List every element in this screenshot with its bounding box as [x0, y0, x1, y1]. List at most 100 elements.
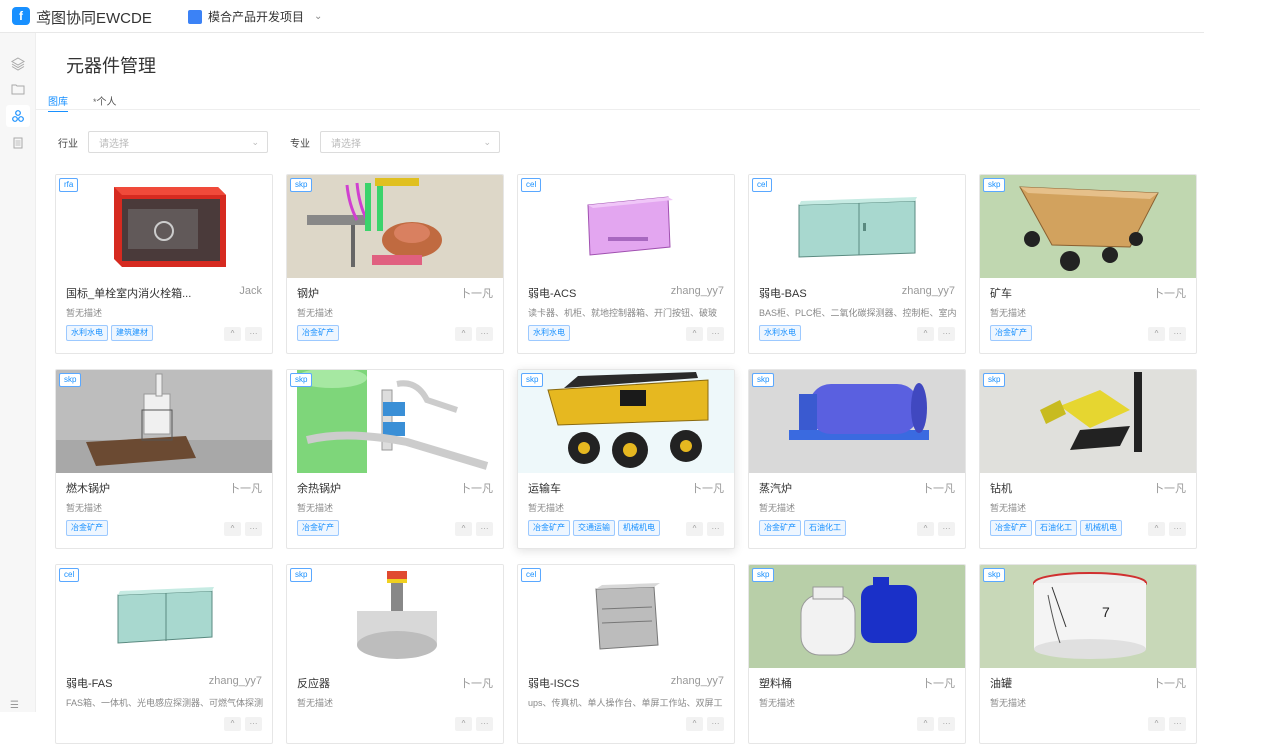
component-thumbnail[interactable] — [980, 175, 1196, 278]
component-thumbnail[interactable] — [56, 175, 272, 278]
components-icon[interactable] — [6, 105, 30, 127]
component-name[interactable]: 弱电-ISCS — [528, 675, 579, 691]
more-button[interactable]: ··· — [245, 327, 262, 341]
more-button[interactable]: ··· — [1169, 717, 1186, 731]
component-card[interactable]: skp 运输车 卜一凡 暂无描述 冶金矿产 交通运输 机械机电 ^ ··· — [517, 369, 735, 549]
tab-personal[interactable]: *个人 — [93, 93, 117, 108]
component-name[interactable]: 油罐 — [990, 675, 1012, 691]
component-name[interactable]: 塑料桶 — [759, 675, 792, 691]
more-button[interactable]: ··· — [245, 522, 262, 536]
component-thumbnail[interactable] — [518, 370, 734, 473]
collapse-button[interactable]: ^ — [455, 522, 472, 536]
component-thumbnail[interactable] — [749, 175, 965, 278]
component-name[interactable]: 国标_单栓室内消火栓箱... — [66, 285, 191, 301]
component-name[interactable]: 弱电-BAS — [759, 285, 807, 301]
component-card[interactable]: skp 反应器 卜一凡 暂无描述 ^ ··· — [286, 564, 504, 744]
app-logo-icon[interactable]: f — [12, 7, 30, 25]
industry-select[interactable]: 请选择 ⌄ — [88, 131, 268, 153]
component-thumbnail[interactable] — [56, 370, 272, 473]
component-card[interactable]: skp 塑料桶 卜一凡 暂无描述 ^ ··· — [748, 564, 966, 744]
component-card[interactable]: cel 弱电-BAS zhang_yy7 BAS柜、PLC柜、二氧化碳探测器、控制柜、… — [748, 174, 966, 354]
component-name[interactable]: 反应器 — [297, 675, 330, 691]
more-button[interactable]: ··· — [938, 327, 955, 341]
component-name[interactable]: 弱电-ACS — [528, 285, 576, 301]
component-author: zhang_yy7 — [670, 285, 724, 297]
component-card[interactable]: skp 蒸汽炉 卜一凡 暂无描述 冶金矿产 石油化工 ^ ··· — [748, 369, 966, 549]
industry-tag: 水利水电 — [759, 325, 801, 341]
component-description: 暂无描述 — [66, 503, 103, 513]
more-button[interactable]: ··· — [938, 522, 955, 536]
more-button[interactable]: ··· — [707, 522, 724, 536]
card-actions: ^ ··· — [917, 522, 955, 536]
tab-gallery[interactable]: 图库 — [48, 93, 68, 112]
component-author: 卜一凡 — [1153, 288, 1186, 300]
svg-text:7: 7 — [1102, 604, 1110, 620]
more-button[interactable]: ··· — [1169, 327, 1186, 341]
component-thumbnail[interactable] — [287, 175, 503, 278]
more-button[interactable]: ··· — [476, 327, 493, 341]
collapse-button[interactable]: ^ — [455, 717, 472, 731]
folder-icon[interactable] — [6, 78, 30, 100]
menu-toggle-icon[interactable]: ☰ — [10, 700, 19, 711]
more-button[interactable]: ··· — [938, 717, 955, 731]
component-card[interactable]: cel 弱电-ISCS zhang_yy7 ups、传真机、单人操作台、单屏工作站、双… — [517, 564, 735, 744]
component-card[interactable]: skp 钢炉 卜一凡 暂无描述 冶金矿产 ^ ··· — [286, 174, 504, 354]
collapse-button[interactable]: ^ — [1148, 522, 1165, 536]
layers-icon[interactable] — [6, 53, 30, 75]
component-card[interactable]: cel 弱电-ACS zhang_yy7 读卡器、机柜、就地控制器箱、开门按钮、破玻水… — [517, 174, 735, 354]
component-name[interactable]: 余热锅炉 — [297, 480, 341, 496]
component-card[interactable]: 7 skp 油罐 卜一凡 暂无描述 ^ ··· — [979, 564, 1197, 744]
more-button[interactable]: ··· — [476, 717, 493, 731]
collapse-button[interactable]: ^ — [686, 522, 703, 536]
collapse-button[interactable]: ^ — [224, 717, 241, 731]
collapse-button[interactable]: ^ — [917, 327, 934, 341]
collapse-button[interactable]: ^ — [917, 522, 934, 536]
component-name[interactable]: 钢炉 — [297, 285, 319, 301]
component-name[interactable]: 矿车 — [990, 285, 1012, 301]
collapse-button[interactable]: ^ — [1148, 717, 1165, 731]
component-thumbnail[interactable] — [980, 370, 1196, 473]
component-name[interactable]: 弱电-FAS — [66, 675, 112, 691]
component-name[interactable]: 运输车 — [528, 480, 561, 496]
collapse-button[interactable]: ^ — [917, 717, 934, 731]
more-button[interactable]: ··· — [707, 717, 724, 731]
project-selector[interactable]: 模合产品开发项目 ⌄ — [188, 8, 322, 25]
component-thumbnail[interactable] — [749, 370, 965, 473]
industry-tag: 冶金矿产 — [297, 520, 339, 536]
specialty-select[interactable]: 请选择 ⌄ — [320, 131, 500, 153]
component-name[interactable]: 燃木锅炉 — [66, 480, 110, 496]
component-card[interactable]: skp 矿车 卜一凡 暂无描述 冶金矿产 ^ ··· — [979, 174, 1197, 354]
component-card[interactable]: skp 钻机 卜一凡 暂无描述 冶金矿产 石油化工 机械机电 ^ ··· — [979, 369, 1197, 549]
file-type-badge: skp — [752, 373, 775, 387]
document-icon[interactable] — [6, 132, 30, 154]
component-name[interactable]: 钻机 — [990, 480, 1012, 496]
component-thumbnail[interactable] — [749, 565, 965, 668]
component-card[interactable]: skp 燃木锅炉 卜一凡 暂无描述 冶金矿产 ^ ··· — [55, 369, 273, 549]
component-description: 暂无描述 — [759, 698, 796, 708]
component-thumbnail[interactable]: 7 — [980, 565, 1196, 668]
collapse-button[interactable]: ^ — [686, 327, 703, 341]
industry-tag: 冶金矿产 — [297, 325, 339, 341]
component-thumbnail[interactable] — [518, 175, 734, 278]
collapse-button[interactable]: ^ — [224, 522, 241, 536]
component-thumbnail[interactable] — [518, 565, 734, 668]
specialty-label: 专业 — [290, 138, 310, 150]
component-card[interactable]: rfa 国标_单栓室内消火栓箱... Jack 暂无描述 水利水电 建筑建材 ^ ··· — [55, 174, 273, 354]
more-button[interactable]: ··· — [707, 327, 724, 341]
more-button[interactable]: ··· — [1169, 522, 1186, 536]
collapse-button[interactable]: ^ — [455, 327, 472, 341]
file-type-badge: skp — [290, 373, 313, 387]
component-name[interactable]: 蒸汽炉 — [759, 480, 792, 496]
more-button[interactable]: ··· — [476, 522, 493, 536]
more-button[interactable]: ··· — [245, 717, 262, 731]
component-card[interactable]: skp 余热锅炉 卜一凡 暂无描述 冶金矿产 ^ ··· — [286, 369, 504, 549]
collapse-button[interactable]: ^ — [1148, 327, 1165, 341]
collapse-button[interactable]: ^ — [686, 717, 703, 731]
component-thumbnail[interactable] — [287, 370, 503, 473]
component-thumbnail[interactable] — [56, 565, 272, 668]
file-type-badge: skp — [983, 373, 1006, 387]
component-card[interactable]: cel 弱电-FAS zhang_yy7 FAS箱、一体机、光电感应探测器、可燃气体探… — [55, 564, 273, 744]
collapse-button[interactable]: ^ — [224, 327, 241, 341]
component-thumbnail[interactable] — [287, 565, 503, 668]
component-description: 暂无描述 — [528, 503, 565, 513]
